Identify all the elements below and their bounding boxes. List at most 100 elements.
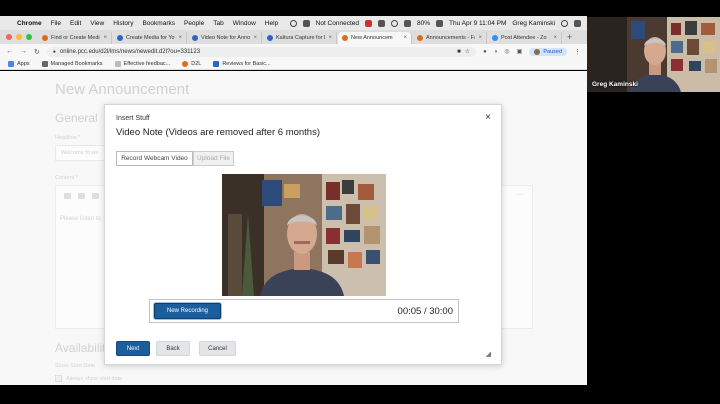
tab-record-webcam[interactable]: Record Webcam Video [116,151,193,166]
menu-view[interactable]: View [90,20,104,27]
tab-title: Create Media for Yo [126,35,175,41]
bookmark-reviews[interactable]: Reviews for Basic... [213,61,271,67]
address-url[interactable]: online.pcc.edu/d2l/lms/news/newedit.d2l?… [60,49,453,55]
extension-icon[interactable]: ◎ [504,48,509,55]
profile-button[interactable]: Paused [529,47,567,56]
menu-file[interactable]: File [51,20,61,27]
resize-handle-icon[interactable]: ◢ [486,350,491,358]
bookmark-apps[interactable]: Apps [8,61,30,67]
browser-tab[interactable]: Kaltura Capture for E × [263,32,337,44]
close-tab-icon[interactable]: × [253,35,257,41]
next-button[interactable]: Next [116,341,150,356]
d2l-icon [182,61,189,67]
favicon-icon [417,35,423,41]
tab-title: Announcements - Fa [426,35,476,41]
menubar-app-name[interactable]: Chrome [17,20,42,27]
favicon-icon [492,35,498,41]
browser-tab[interactable]: Video Note for Anno × [188,32,262,44]
dialog-title: Insert Stuff [116,115,150,122]
bookmark-effective-feedback[interactable]: Effective feedbac... [114,61,170,67]
favicon-icon [267,35,273,41]
webcam-image [222,174,386,296]
bookmark-d2l[interactable]: D2L [182,61,201,67]
browser-tab[interactable]: Post Attendee - Zo × [488,32,562,44]
status-menu-icon[interactable] [289,19,297,27]
profile-status: Paused [543,48,562,55]
reload-icon[interactable]: ↻ [34,48,40,56]
c-icon [213,61,220,67]
zoom-window-button[interactable] [26,34,32,40]
close-tab-icon[interactable]: × [328,35,332,41]
close-icon[interactable]: × [485,113,491,123]
app-status-icon[interactable] [365,19,373,27]
close-tab-icon[interactable]: × [478,35,482,41]
tab-title: New Announcem [351,35,393,41]
menu-dots-icon[interactable]: ⋮ [574,48,581,56]
extension-icon[interactable]: ▣ [517,48,523,55]
new-tab-button[interactable]: + [563,32,576,42]
battery-icon[interactable] [436,19,444,27]
browser-tab[interactable]: Announcements - Fa × [413,32,487,44]
clock[interactable]: Thu Apr 9 11:04 PM [449,20,506,27]
apps-grid-icon [8,61,14,67]
browser-tab[interactable]: Find or Create Media × [38,32,112,44]
menu-people[interactable]: People [184,20,204,27]
cast-icon[interactable]: ■ [457,49,461,55]
browser-tab[interactable]: New Announcem × [338,32,412,44]
address-bar[interactable]: ● online.pcc.edu/d2l/lms/news/newedit.d2… [46,46,477,57]
menu-window[interactable]: Window [233,20,256,27]
folder-icon [41,61,48,67]
favicon-icon [342,35,348,41]
tabs-container: Find or Create Media × Create Media for Yo… [38,32,563,44]
spotlight-icon[interactable] [561,19,568,27]
cancel-button[interactable]: Cancel [199,341,236,356]
extension-icon[interactable]: ◑ [494,49,498,55]
bookmark-managed[interactable]: Managed Bookmarks [41,61,103,67]
minimize-window-button[interactable] [16,34,22,40]
forward-arrow-icon[interactable]: → [20,48,27,55]
battery-percent[interactable]: 80% [417,20,430,27]
vpn-status-icon[interactable] [302,19,310,27]
menu-tab[interactable]: Tab [213,20,223,27]
extension-icon[interactable]: ● [483,49,487,55]
star-icon[interactable]: ☆ [465,48,470,55]
zoom-participant-video[interactable]: Greg Kaminski [587,17,720,92]
close-tab-icon[interactable]: × [178,35,182,41]
lock-icon: ● [52,48,56,55]
favicon-icon [192,35,198,41]
mac-menubar: Chrome File Edit View History Bookmarks … [0,16,587,30]
control-center-icon[interactable] [574,19,581,27]
menu-history[interactable]: History [113,20,133,27]
screen: Chrome File Edit View History Bookmarks … [0,0,720,404]
back-button[interactable]: Back [156,341,190,356]
tab-title: Video Note for Anno [201,35,251,41]
tab-title: Post Attendee - Zo [501,35,547,41]
tab-upload-file[interactable]: Upload File [193,151,234,166]
tab-strip: Find or Create Media × Create Media for Yo… [0,30,587,44]
menu-bookmarks[interactable]: Bookmarks [142,20,175,27]
wifi-icon[interactable] [391,19,399,27]
new-recording-button[interactable]: New Recording [154,303,222,319]
recording-bar: New Recording 00:05 / 30:00 [149,299,459,323]
close-tab-icon[interactable]: × [403,35,407,41]
page-icon [114,61,121,67]
tab-title: Find or Create Media [51,35,101,41]
close-tab-icon[interactable]: × [103,35,107,41]
close-window-button[interactable] [6,34,12,40]
avatar [534,48,541,55]
notification-icon[interactable] [378,19,386,27]
browser-tab[interactable]: Create Media for Yo × [113,32,187,44]
webcam-preview [222,174,386,296]
tab-title: Kaltura Capture for E [276,35,326,41]
menu-help[interactable]: Help [265,20,278,27]
menu-edit[interactable]: Edit [70,20,81,27]
browser-toolbar: ← → ↻ ● online.pcc.edu/d2l/lms/news/newe… [0,44,587,59]
close-tab-icon[interactable]: × [553,35,557,41]
back-arrow-icon[interactable]: ← [6,48,13,55]
volume-icon[interactable] [404,19,412,27]
recording-timer: 00:05 / 30:00 [397,305,453,317]
favicon-icon [117,35,123,41]
user-name[interactable]: Greg Kaminski [512,20,555,27]
connection-status[interactable]: Not Connected [316,20,359,27]
favicon-icon [42,35,48,41]
